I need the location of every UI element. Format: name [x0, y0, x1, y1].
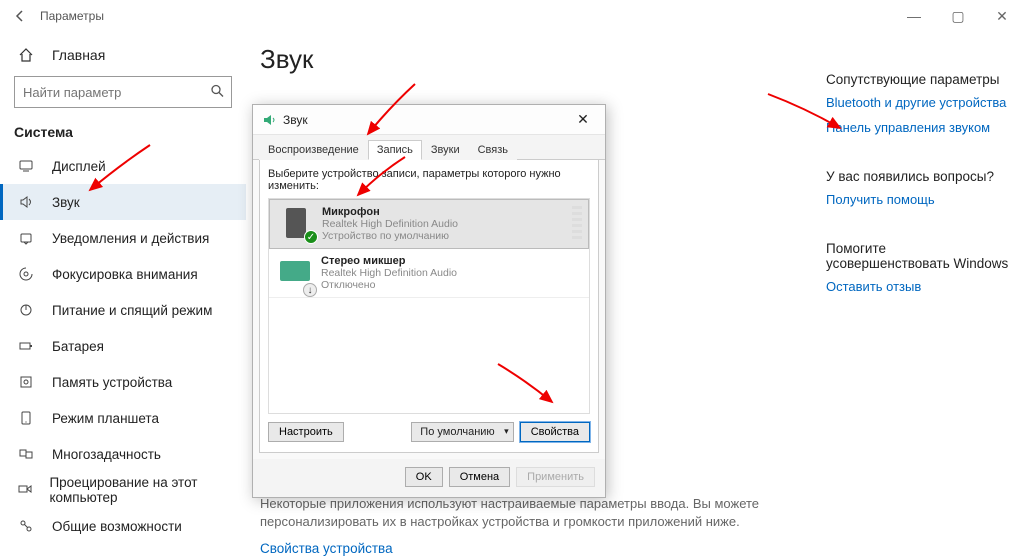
dialog-body: Выберите устройство записи, параметры ко… — [259, 160, 599, 453]
sidebar-item-project[interactable]: Проецирование на этот компьютер — [0, 472, 246, 508]
multi-icon — [14, 442, 38, 466]
device-name: Стерео микшер — [321, 255, 457, 267]
device-name: Микрофон — [322, 206, 458, 218]
sidebar-item-sound[interactable]: Звук — [0, 184, 246, 220]
sidebar-item-label: Режим планшета — [52, 411, 159, 426]
apply-button[interactable]: Применить — [516, 467, 595, 487]
sidebar-item-label: Уведомления и действия — [52, 231, 209, 246]
display-icon — [14, 154, 38, 178]
home-label: Главная — [52, 47, 105, 63]
project-icon — [14, 478, 35, 502]
sidebar-item-label: Питание и спящий режим — [52, 303, 212, 318]
device-stereo-mixer[interactable]: ↓ Стерео микшер Realtek High Definition … — [269, 249, 589, 298]
sidebar-item-label: Дисплей — [52, 159, 106, 174]
dialog-prompt: Выберите устройство записи, параметры ко… — [268, 168, 590, 192]
sidebar-item-notify[interactable]: Уведомления и действия — [0, 220, 246, 256]
feedback-link[interactable]: Оставить отзыв — [826, 279, 1010, 296]
sound-dialog: Звук ✕ Воспроизведение Запись Звуки Связ… — [252, 104, 606, 498]
tab-playback[interactable]: Воспроизведение — [259, 140, 368, 160]
close-button[interactable]: ✕ — [980, 0, 1024, 32]
tab-communications[interactable]: Связь — [469, 140, 517, 160]
sidebar-item-label: Общие возможности — [52, 519, 182, 534]
device-status: Устройство по умолчанию — [322, 230, 458, 242]
get-help-link[interactable]: Получить помощь — [826, 192, 1010, 209]
window-titlebar: Параметры — ▢ ✕ — [0, 0, 1024, 32]
bluetooth-link[interactable]: Bluetooth и другие устройства — [826, 95, 1010, 112]
shared-icon — [14, 514, 38, 538]
sidebar-item-battery[interactable]: Батарея — [0, 328, 246, 364]
related-panel: Сопутствующие параметры Bluetooth и друг… — [826, 72, 1024, 328]
sidebar-item-label: Батарея — [52, 339, 104, 354]
ok-button[interactable]: OK — [405, 467, 443, 487]
feedback-title: Помогите усовершенствовать Windows — [826, 241, 1010, 271]
device-status: Отключено — [321, 279, 457, 291]
search-wrap — [0, 72, 246, 118]
properties-button[interactable]: Свойства — [520, 422, 590, 442]
search-input[interactable] — [14, 76, 232, 108]
device-list[interactable]: ✓ Микрофон Realtek High Definition Audio… — [268, 198, 590, 414]
tablet-icon — [14, 406, 38, 430]
section-title: Система — [0, 118, 246, 148]
page-description: Некоторые приложения используют настраив… — [260, 495, 812, 531]
microphone-icon: ✓ — [278, 206, 314, 242]
cancel-button[interactable]: Отмена — [449, 467, 510, 487]
sidebar: Главная Система Дисплей Звук Уведомления и… — [0, 32, 246, 544]
dialog-tabs: Воспроизведение Запись Звуки Связь — [253, 135, 605, 160]
speaker-icon — [261, 112, 277, 128]
sidebar-item-multi[interactable]: Многозадачность — [0, 436, 246, 472]
sidebar-item-shared[interactable]: Общие возможности — [0, 508, 246, 544]
sidebar-item-label: Проецирование на этот компьютер — [49, 475, 246, 505]
device-properties-link[interactable]: Свойства устройства — [260, 541, 393, 556]
sound-icon — [14, 190, 38, 214]
dialog-footer: OK Отмена Применить — [253, 459, 605, 497]
window-title: Параметры — [40, 9, 104, 23]
sidebar-item-label: Многозадачность — [52, 447, 161, 462]
search-icon — [210, 84, 224, 101]
sidebar-item-power[interactable]: Питание и спящий режим — [0, 292, 246, 328]
dialog-titlebar: Звук ✕ — [253, 105, 605, 135]
questions-title: У вас появились вопросы? — [826, 169, 1010, 184]
device-microphone[interactable]: ✓ Микрофон Realtek High Definition Audio… — [269, 199, 589, 249]
configure-button[interactable]: Настроить — [268, 422, 344, 442]
mixer-icon: ↓ — [277, 255, 313, 291]
down-arrow-icon: ↓ — [303, 283, 317, 297]
sound-control-panel-link[interactable]: Панель управления звуком — [826, 120, 1010, 137]
sidebar-item-tablet[interactable]: Режим планшета — [0, 400, 246, 436]
tab-sounds[interactable]: Звуки — [422, 140, 469, 160]
back-button[interactable] — [8, 4, 32, 28]
sidebar-item-label: Память устройства — [52, 375, 172, 390]
storage-icon — [14, 370, 38, 394]
minimize-button[interactable]: — — [892, 0, 936, 32]
device-driver: Realtek High Definition Audio — [321, 267, 457, 279]
device-driver: Realtek High Definition Audio — [322, 218, 458, 230]
sidebar-item-label: Звук — [52, 195, 80, 210]
related-title: Сопутствующие параметры — [826, 72, 1010, 87]
set-default-dropdown[interactable]: По умолчанию — [411, 422, 513, 442]
tab-recording[interactable]: Запись — [368, 140, 422, 160]
home-link[interactable]: Главная — [0, 38, 246, 72]
battery-icon — [14, 334, 38, 358]
sidebar-item-focus[interactable]: Фокусировка внимания — [0, 256, 246, 292]
notify-icon — [14, 226, 38, 250]
maximize-button[interactable]: ▢ — [936, 0, 980, 32]
sidebar-item-storage[interactable]: Память устройства — [0, 364, 246, 400]
dialog-title: Звук — [283, 113, 567, 127]
focus-icon — [14, 262, 38, 286]
dialog-close-button[interactable]: ✕ — [567, 109, 599, 131]
level-meter — [572, 206, 582, 242]
check-icon: ✓ — [304, 230, 318, 244]
sidebar-item-label: Фокусировка внимания — [52, 267, 198, 282]
window-system-buttons: — ▢ ✕ — [892, 0, 1024, 32]
page-title: Звук — [260, 44, 812, 75]
sidebar-item-display[interactable]: Дисплей — [0, 148, 246, 184]
home-icon — [14, 43, 38, 67]
power-icon — [14, 298, 38, 322]
